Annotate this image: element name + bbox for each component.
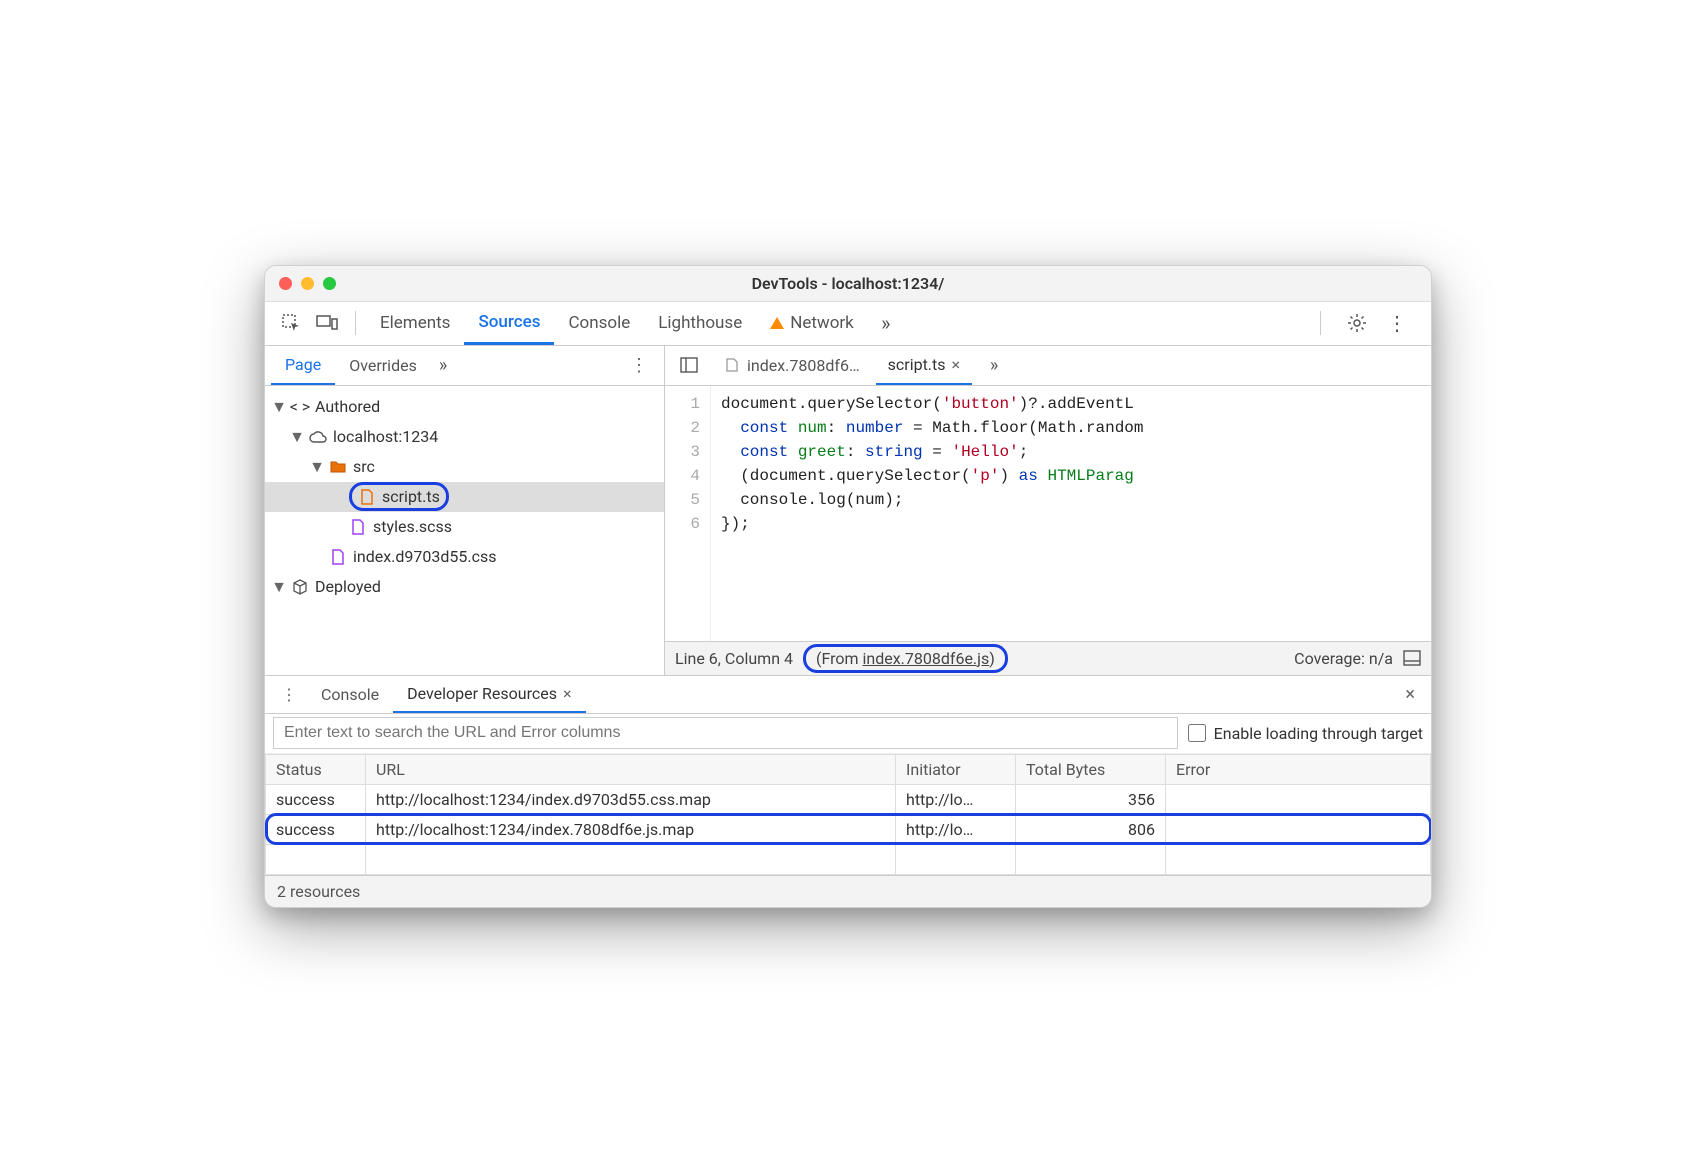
file-tree: ▼ < > Authored ▼ localhost:1234 ▼ src ▼ — [265, 386, 664, 675]
cloud-icon — [309, 428, 327, 446]
enable-loading-toggle[interactable]: Enable loading through target — [1188, 724, 1423, 743]
tab-lighthouse[interactable]: Lighthouse — [644, 302, 756, 345]
code-editor[interactable]: 1 2 3 4 5 6 document.querySelector('butt… — [665, 386, 1431, 641]
col-error[interactable]: Error — [1166, 754, 1431, 784]
file-tab-script-ts[interactable]: script.ts × — [876, 346, 972, 385]
toggle-nav-icon[interactable] — [675, 351, 703, 379]
tree-index-css[interactable]: ▼ index.d9703d55.css — [265, 542, 664, 572]
file-tab-label: index.7808df6… — [747, 356, 860, 375]
coverage-label: Coverage: n/a — [1294, 649, 1393, 668]
folder-icon — [329, 458, 347, 476]
drawer-tab-label: Developer Resources — [407, 684, 557, 703]
nav-more-icon[interactable]: » — [439, 355, 447, 376]
tree-label: localhost:1234 — [333, 427, 438, 446]
file-tab-index-js[interactable]: index.7808df6… — [711, 346, 872, 385]
editor-statusbar: Line 6, Column 4 (From index.7808df6e.js… — [665, 641, 1431, 675]
sourcemap-origin[interactable]: (From index.7808df6e.js) — [803, 644, 1008, 673]
file-icon — [349, 518, 367, 536]
table-header: Status URL Initiator Total Bytes Error — [266, 754, 1431, 784]
resources-table: Status URL Initiator Total Bytes Error s… — [265, 754, 1431, 875]
close-tab-icon[interactable]: × — [563, 684, 572, 703]
tree-label: Deployed — [315, 577, 381, 596]
box-icon — [291, 578, 309, 596]
nav-tab-page[interactable]: Page — [271, 346, 335, 385]
table-row[interactable]: success http://localhost:1234/index.d970… — [266, 784, 1431, 814]
table-row-empty — [266, 844, 1431, 874]
tree-styles-scss[interactable]: ▼ styles.scss — [265, 512, 664, 542]
file-icon — [358, 488, 376, 506]
file-tab-label: script.ts — [888, 355, 946, 374]
tree-label: src — [353, 457, 375, 476]
file-icon — [329, 548, 347, 566]
close-tab-icon[interactable]: × — [952, 355, 961, 374]
col-bytes[interactable]: Total Bytes — [1016, 754, 1166, 784]
close-drawer-icon[interactable]: × — [1395, 684, 1425, 705]
table-row[interactable]: success http://localhost:1234/index.7808… — [266, 814, 1431, 844]
main-toolbar: Elements Sources Console Lighthouse Netw… — [265, 302, 1431, 346]
sources-panel: Page Overrides » ⋮ ▼ < > Authored ▼ loca… — [265, 346, 1431, 676]
tree-label: Authored — [315, 397, 380, 416]
file-tabs: index.7808df6… script.ts × » — [665, 346, 1431, 386]
tab-console[interactable]: Console — [554, 302, 644, 345]
tree-domain[interactable]: ▼ localhost:1234 — [265, 422, 664, 452]
tree-label: styles.scss — [373, 517, 452, 536]
tree-deployed[interactable]: ▼ Deployed — [265, 572, 664, 602]
nav-kebab-icon[interactable]: ⋮ — [620, 355, 658, 376]
cursor-position: Line 6, Column 4 — [675, 649, 793, 668]
nav-tab-overrides[interactable]: Overrides — [335, 346, 431, 385]
kebab-icon[interactable]: ⋮ — [1383, 309, 1411, 337]
more-tabs-icon[interactable]: » — [872, 309, 900, 337]
navigator-tabs: Page Overrides » ⋮ — [265, 346, 664, 386]
device-icon[interactable] — [313, 309, 341, 337]
navigator-pane: Page Overrides » ⋮ ▼ < > Authored ▼ loca… — [265, 346, 665, 675]
resources-footer: 2 resources — [265, 875, 1431, 907]
drawer-search-row: Enable loading through target — [265, 714, 1431, 754]
inspect-icon[interactable] — [277, 309, 305, 337]
enable-loading-checkbox[interactable] — [1188, 724, 1206, 742]
tab-sources[interactable]: Sources — [464, 302, 554, 345]
tree-authored[interactable]: ▼ < > Authored — [265, 392, 664, 422]
window-title: DevTools - localhost:1234/ — [265, 274, 1431, 293]
tree-script-ts[interactable]: ▼ script.ts — [265, 482, 664, 512]
drawer-tabs: ⋮ Console Developer Resources × × — [265, 676, 1431, 714]
checkbox-label: Enable loading through target — [1214, 724, 1423, 743]
tree-label: script.ts — [382, 487, 440, 506]
file-icon — [723, 356, 741, 374]
code-icon: < > — [291, 398, 309, 416]
col-initiator[interactable]: Initiator — [896, 754, 1016, 784]
search-input[interactable] — [273, 717, 1178, 749]
editor-pane: index.7808df6… script.ts × » 1 2 3 4 5 6… — [665, 346, 1431, 675]
col-url[interactable]: URL — [366, 754, 896, 784]
tab-elements[interactable]: Elements — [366, 302, 464, 345]
drawer-tab-devres[interactable]: Developer Resources × — [393, 676, 585, 713]
settings-icon[interactable] — [1343, 309, 1371, 337]
titlebar: DevTools - localhost:1234/ — [265, 266, 1431, 302]
tree-label: index.d9703d55.css — [353, 547, 497, 566]
devtools-window: DevTools - localhost:1234/ Elements Sour… — [264, 265, 1432, 908]
code-content: document.querySelector('button')?.addEve… — [711, 386, 1144, 641]
tree-src[interactable]: ▼ src — [265, 452, 664, 482]
tab-network[interactable]: Network — [756, 302, 868, 345]
gutter: 1 2 3 4 5 6 — [665, 386, 711, 641]
drawer-tab-console[interactable]: Console — [307, 676, 393, 713]
drawer-kebab-icon[interactable]: ⋮ — [271, 685, 307, 704]
highlight-ring: script.ts — [349, 482, 449, 511]
expand-icon[interactable] — [1403, 650, 1421, 666]
col-status[interactable]: Status — [266, 754, 366, 784]
more-file-tabs-icon[interactable]: » — [980, 351, 1008, 379]
